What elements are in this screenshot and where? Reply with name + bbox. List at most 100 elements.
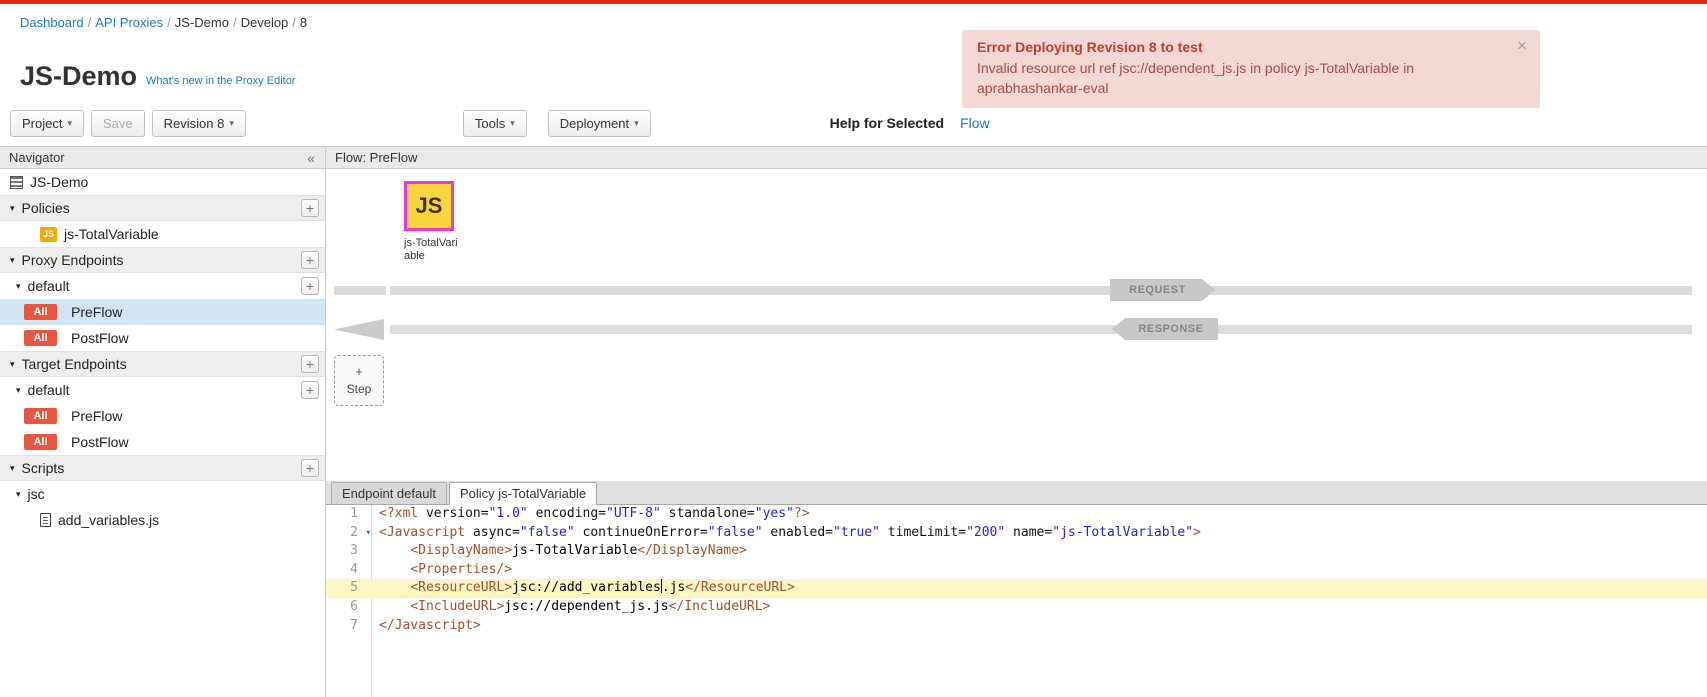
add-step-label: Step xyxy=(347,382,372,396)
add-button[interactable]: + xyxy=(301,381,319,399)
save-button[interactable]: Save xyxy=(91,110,145,137)
add-button[interactable]: + xyxy=(301,459,319,477)
editor-tabs: Endpoint defaultPolicy js-TotalVariable xyxy=(326,481,1707,505)
code-token: <?xml xyxy=(379,506,418,521)
code-token: <IncludeURL> xyxy=(410,599,504,614)
all-flows-badge: All xyxy=(24,304,57,320)
add-button[interactable]: + xyxy=(301,355,319,373)
error-toast-title: Error Deploying Revision 8 to test xyxy=(977,39,1500,55)
code-content: </Javascript> xyxy=(372,617,481,636)
flow-canvas: JS js-TotalVariable REQUEST RESPONSE + S… xyxy=(326,169,1707,481)
nav-item-label: add_variables.js xyxy=(58,512,159,528)
code-token: .js xyxy=(662,580,685,595)
add-button[interactable]: + xyxy=(301,199,319,217)
code-token: enabled xyxy=(770,525,825,540)
code-token: async xyxy=(473,525,512,540)
code-token xyxy=(528,506,536,521)
nav-item-label: PreFlow xyxy=(71,408,122,424)
add-button[interactable]: + xyxy=(301,251,319,269)
nav-item-target-endpoints[interactable]: ▾Target Endpoints+ xyxy=(0,351,325,377)
js-policy-icon: JS xyxy=(40,227,57,242)
nav-item-preflow[interactable]: All PreFlow xyxy=(0,299,325,325)
tools-button[interactable]: Tools ▾ xyxy=(463,110,527,137)
js-policy-icon[interactable]: JS xyxy=(404,181,454,231)
code-token: <Properties/> xyxy=(410,562,512,577)
code-token: version xyxy=(426,506,481,521)
add-step-button[interactable]: + Step xyxy=(334,355,384,406)
code-area[interactable]: 1<?xml version="1.0" encoding="UTF-8" st… xyxy=(326,505,1707,697)
nav-item-jsc[interactable]: ▾ jsc xyxy=(0,481,325,507)
nav-item-postflow[interactable]: AllPostFlow xyxy=(0,325,325,351)
code-line-7[interactable]: 7 </Javascript> xyxy=(326,617,1707,636)
code-line-3[interactable]: 3 <DisplayName>js-TotalVariable</Display… xyxy=(326,542,1707,561)
code-token: "true" xyxy=(833,525,880,540)
request-label: REQUEST xyxy=(1110,279,1215,301)
navigator-header: Navigator « xyxy=(0,147,325,169)
breadcrumb-item-dashboard[interactable]: Dashboard xyxy=(20,15,84,30)
all-flows-badge: All xyxy=(24,408,57,424)
help-for-selected-label: Help for Selected xyxy=(830,115,944,131)
fold-icon[interactable]: ▾ xyxy=(366,524,371,543)
breadcrumb-item-js-demo: JS-Demo xyxy=(175,15,229,30)
nav-item-label: PreFlow xyxy=(71,304,122,320)
code-token: js-TotalVariable xyxy=(512,543,637,558)
caret-down-icon: ▾ xyxy=(10,203,15,214)
code-token: continueOnError xyxy=(583,525,700,540)
project-button[interactable]: Project ▾ xyxy=(10,110,84,137)
flow-header: Flow: PreFlow xyxy=(326,147,1707,169)
line-number: 6 xyxy=(326,598,372,617)
code-token: </IncludeURL> xyxy=(669,599,771,614)
caret-down-icon: ▾ xyxy=(16,385,21,396)
code-token: </Javascript> xyxy=(379,618,481,633)
nav-item-default[interactable]: ▾default+ xyxy=(0,273,325,299)
nav-item-js-demo[interactable]: JS-Demo xyxy=(0,169,325,195)
nav-item-preflow[interactable]: All PreFlow xyxy=(0,403,325,429)
nav-item-label: jsc xyxy=(28,486,45,502)
code-token: = xyxy=(598,506,606,521)
plus-icon: + xyxy=(355,365,363,379)
nav-item-scripts[interactable]: ▾Scripts+ xyxy=(0,455,325,481)
whats-new-link[interactable]: What's new in the Proxy Editor xyxy=(146,75,295,87)
code-token: "UTF-8" xyxy=(606,506,661,521)
tab-endpoint-default[interactable]: Endpoint default xyxy=(331,482,447,504)
flow-help-link[interactable]: Flow xyxy=(960,115,990,131)
code-line-4[interactable]: 4 <Properties/> xyxy=(326,561,1707,580)
flow-panel: Flow: PreFlow JS js-TotalVariable REQUES… xyxy=(326,147,1707,697)
nav-item-policies[interactable]: ▾Policies+ xyxy=(0,195,325,221)
deployment-button[interactable]: Deployment ▾ xyxy=(548,110,651,137)
response-flow-line xyxy=(390,325,1692,334)
caret-down-icon: ▾ xyxy=(16,489,21,500)
request-flow-line xyxy=(390,286,1692,295)
close-icon[interactable]: × xyxy=(1517,36,1527,56)
code-token: = xyxy=(958,525,966,540)
code-line-6[interactable]: 6 <IncludeURL>jsc://dependent_js.js</Inc… xyxy=(326,598,1707,617)
tab-policy-js-totalvariable[interactable]: Policy js-TotalVariable xyxy=(449,482,597,505)
nav-item-default[interactable]: ▾default+ xyxy=(0,377,325,403)
breadcrumb-item-api-proxies[interactable]: API Proxies xyxy=(95,15,163,30)
revision-button[interactable]: Revision 8 ▾ xyxy=(152,110,246,137)
navigator-panel: Navigator « JS-Demo▾Policies+JSjs-TotalV… xyxy=(0,147,326,697)
nav-item-proxy-endpoints[interactable]: ▾Proxy Endpoints+ xyxy=(0,247,325,273)
line-number: 1 xyxy=(326,505,372,524)
chevron-down-icon: ▾ xyxy=(634,118,639,129)
code-line-1[interactable]: 1<?xml version="1.0" encoding="UTF-8" st… xyxy=(326,505,1707,524)
proxy-icon xyxy=(10,176,23,189)
collapse-sidebar-icon[interactable]: « xyxy=(307,150,316,166)
nav-item-js-totalvariable[interactable]: JSjs-TotalVariable xyxy=(0,221,325,247)
add-button[interactable]: + xyxy=(301,277,319,295)
code-token: = xyxy=(825,525,833,540)
nav-item-add-variables-js[interactable]: add_variables.js xyxy=(0,507,325,533)
nav-item-label: PostFlow xyxy=(71,330,129,346)
nav-item-label: PostFlow xyxy=(71,434,129,450)
code-line-5[interactable]: 5 <ResourceURL>jsc://add_variables.js</R… xyxy=(326,579,1707,598)
code-token: </ResourceURL> xyxy=(685,580,795,595)
nav-item-label: Target Endpoints xyxy=(22,356,127,372)
code-line-2[interactable]: 2▾<Javascript async="false" continueOnEr… xyxy=(326,524,1707,543)
nav-item-label: Proxy Endpoints xyxy=(22,252,124,268)
line-number-text: 7 xyxy=(350,618,358,633)
nav-item-postflow[interactable]: AllPostFlow xyxy=(0,429,325,455)
policy-node-js-totalvariable[interactable]: JS js-TotalVariable xyxy=(404,181,462,263)
code-token: jsc://add_variables xyxy=(512,580,661,595)
code-token: "1.0" xyxy=(489,506,528,521)
code-content: <?xml version="1.0" encoding="UTF-8" sta… xyxy=(372,505,810,524)
